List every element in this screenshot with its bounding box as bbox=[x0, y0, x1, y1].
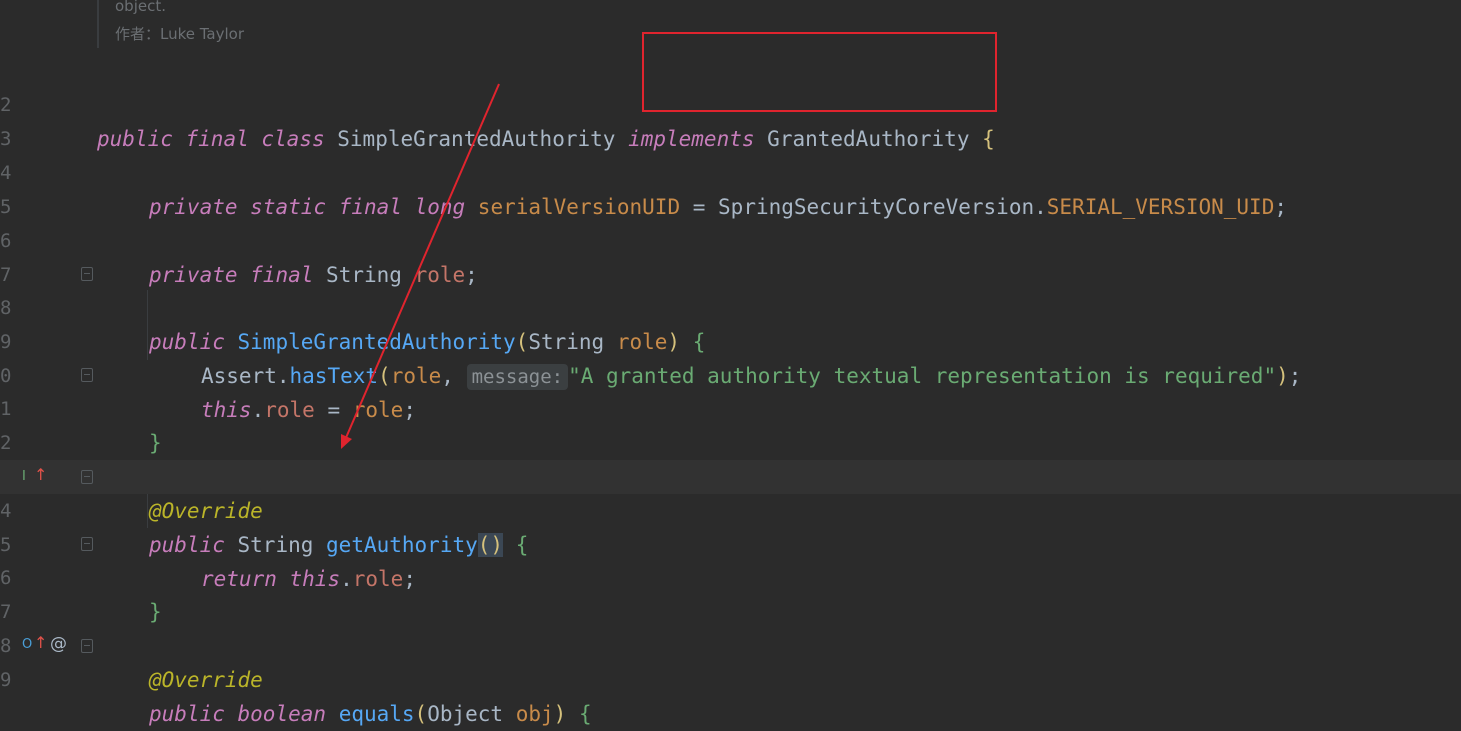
paren: ) bbox=[553, 702, 567, 726]
param-name: obj bbox=[515, 702, 554, 726]
annotation: @Override bbox=[149, 668, 263, 692]
type-name: Object bbox=[427, 702, 504, 726]
method-name: equals bbox=[338, 702, 415, 726]
keyword: boolean bbox=[237, 702, 327, 726]
keyword: public bbox=[149, 702, 225, 726]
brace: { bbox=[578, 702, 592, 726]
annotation-arrow-icon bbox=[341, 83, 500, 449]
line-number: 9 bbox=[0, 669, 12, 691]
paren: ( bbox=[414, 702, 428, 726]
